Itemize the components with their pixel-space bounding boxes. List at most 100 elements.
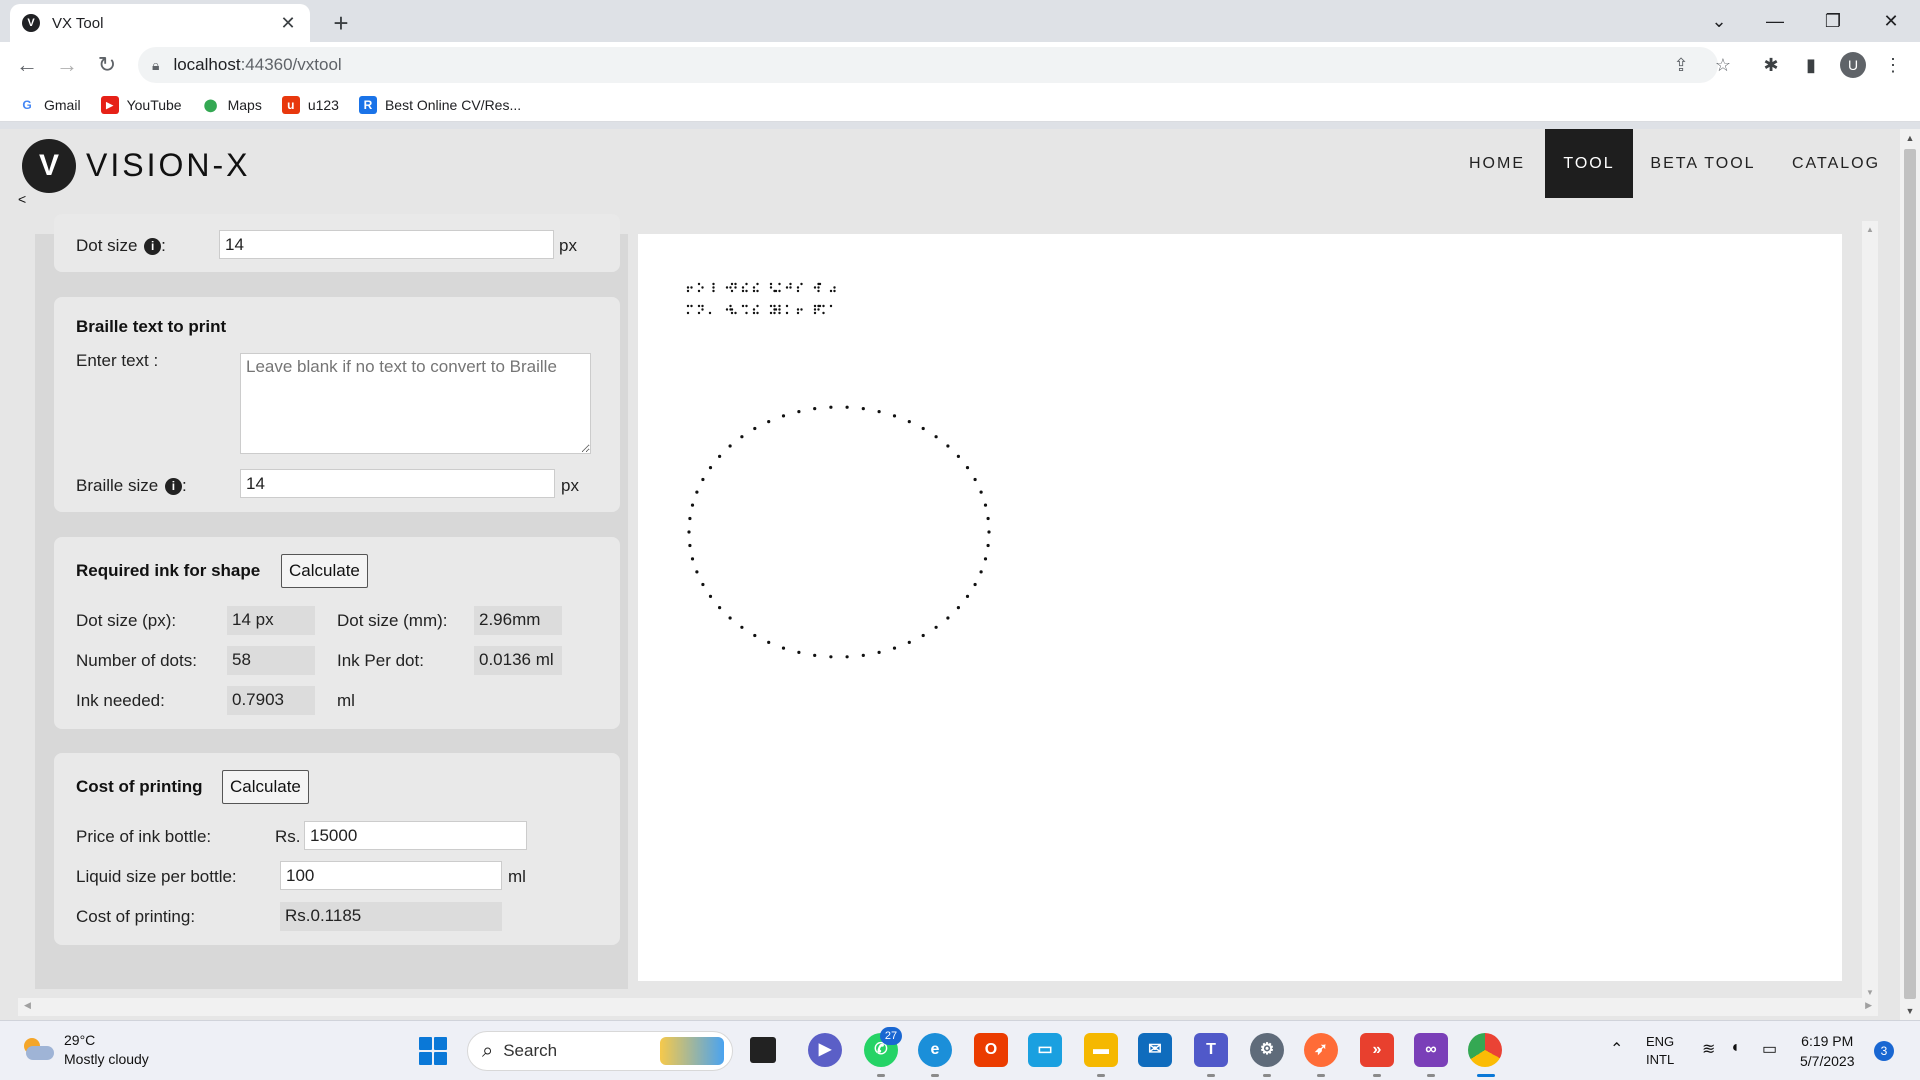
- reload-icon[interactable]: ↻: [92, 50, 122, 80]
- bookmark-cv[interactable]: R Best Online CV/Res...: [358, 95, 521, 114]
- shape-dot: [740, 435, 744, 439]
- tab-search-icon[interactable]: ⌄: [1696, 6, 1742, 36]
- weather-widget[interactable]: 29°C Mostly cloudy: [22, 1031, 149, 1069]
- remote-desktop-icon[interactable]: ▭: [1028, 1033, 1062, 1067]
- bookmark-youtube[interactable]: ▶ YouTube: [100, 95, 182, 114]
- nav-beta-tool[interactable]: BETA TOOL: [1638, 129, 1768, 198]
- volume-icon[interactable]: ◖: [1730, 1039, 1740, 1057]
- shape-dot: [987, 530, 991, 534]
- browser-tab[interactable]: V VX Tool ✕: [10, 4, 310, 42]
- dot-canvas[interactable]: [638, 234, 1842, 981]
- teams-chat-icon[interactable]: ▶: [808, 1033, 842, 1067]
- liquid-size-input[interactable]: [280, 861, 502, 890]
- chrome-icon[interactable]: [1468, 1033, 1502, 1067]
- show-hidden-icons-icon[interactable]: ⌃: [1610, 1039, 1623, 1059]
- file-explorer-icon[interactable]: ▬: [1084, 1033, 1118, 1067]
- teams-icon[interactable]: T: [1194, 1033, 1228, 1067]
- shape-dot: [701, 477, 705, 482]
- new-tab-icon[interactable]: +: [326, 8, 356, 38]
- scroll-right-icon[interactable]: ▶: [1865, 1000, 1872, 1011]
- window-close-icon[interactable]: ✕: [1868, 6, 1914, 36]
- bookmark-maps[interactable]: ⬤ Maps: [202, 96, 262, 114]
- canvas-vertical-scrollbar[interactable]: ▲ ▼: [1862, 221, 1878, 1001]
- info-icon[interactable]: i: [144, 238, 162, 255]
- scroll-left-icon[interactable]: ◀: [24, 1000, 31, 1011]
- nav-catalog[interactable]: CATALOG: [1778, 129, 1894, 198]
- postman-icon[interactable]: ➶: [1304, 1033, 1338, 1067]
- braille-dot: [745, 289, 748, 293]
- vision-x-logo-icon[interactable]: V: [22, 139, 76, 193]
- lock-icon: 🔒︎: [152, 56, 160, 73]
- settings-gear-icon[interactable]: ⚙: [1250, 1033, 1284, 1067]
- google-icon: G: [22, 97, 32, 112]
- mail-icon[interactable]: ✉: [1138, 1033, 1172, 1067]
- braille-dot: [686, 289, 690, 293]
- brand-name[interactable]: VISION-X: [86, 147, 250, 184]
- anydesk-icon[interactable]: »: [1360, 1033, 1394, 1067]
- task-view-icon[interactable]: [750, 1037, 776, 1063]
- profile-avatar[interactable]: U: [1840, 52, 1866, 78]
- forward-arrow-icon[interactable]: →: [52, 50, 82, 80]
- language-indicator[interactable]: ENG INTL: [1646, 1033, 1674, 1069]
- wifi-icon[interactable]: ≋: [1702, 1039, 1715, 1059]
- taskbar-search[interactable]: ⌕ Search: [467, 1031, 733, 1071]
- scroll-up-icon[interactable]: ▲: [1900, 133, 1920, 143]
- ink-heading: Required ink for shape: [76, 561, 261, 580]
- shape-dot: [740, 625, 744, 629]
- restore-icon[interactable]: ❐: [1810, 6, 1856, 36]
- visual-studio-icon[interactable]: ∞: [1414, 1033, 1448, 1067]
- menu-kebab-icon[interactable]: ⋮: [1878, 50, 1908, 80]
- scroll-up-icon[interactable]: ▲: [1862, 225, 1878, 234]
- braille-dot: [725, 308, 729, 311]
- bookmark-label: Maps: [227, 96, 262, 113]
- braille-size-input[interactable]: [240, 469, 555, 498]
- edge-icon[interactable]: e: [918, 1033, 952, 1067]
- bookmark-star-icon[interactable]: ☆: [1708, 47, 1738, 83]
- ink-needed-unit: ml: [337, 691, 355, 710]
- side-panel-icon[interactable]: ▮: [1796, 50, 1826, 80]
- clock[interactable]: 6:19 PM 5/7/2023: [1800, 1031, 1855, 1071]
- shape-dot: [845, 655, 849, 659]
- nav-home[interactable]: HOME: [1452, 129, 1542, 198]
- resume-icon: R: [358, 95, 377, 114]
- shape-dot: [986, 516, 990, 521]
- notification-badge[interactable]: 3: [1874, 1041, 1894, 1061]
- bookmark-gmail[interactable]: G Gmail: [18, 96, 80, 114]
- scrollbar-thumb[interactable]: [1904, 149, 1916, 999]
- running-indicator: [1207, 1074, 1215, 1077]
- scroll-down-icon[interactable]: ▼: [1900, 1006, 1920, 1016]
- tab-close-icon[interactable]: ✕: [278, 13, 298, 34]
- braille-text-input[interactable]: [240, 353, 591, 454]
- share-icon[interactable]: ⇪: [1666, 47, 1696, 83]
- time: 6:19 PM: [1801, 1033, 1854, 1049]
- scroll-down-icon[interactable]: ▼: [1862, 988, 1878, 997]
- nav-tool[interactable]: TOOL: [1545, 129, 1633, 198]
- braille-dot: [818, 304, 822, 308]
- page-vertical-scrollbar[interactable]: ▲ ▼: [1900, 129, 1920, 1020]
- collapse-panel-icon[interactable]: <: [18, 191, 26, 207]
- num-dots-value: 58: [227, 646, 315, 675]
- braille-dot: [697, 311, 701, 315]
- bookmark-u123[interactable]: u u123: [281, 95, 339, 114]
- ink-calculate-button[interactable]: Calculate: [281, 554, 368, 588]
- running-indicator: [1427, 1074, 1435, 1077]
- dot-size-mm-value: 2.96mm: [474, 606, 562, 635]
- cost-calculate-button[interactable]: Calculate: [222, 770, 309, 804]
- minimize-icon[interactable]: —: [1752, 6, 1798, 36]
- dot-settings-card: Dot size i: px: [54, 214, 620, 272]
- battery-icon[interactable]: ▭: [1762, 1039, 1777, 1059]
- info-icon[interactable]: i: [164, 478, 182, 495]
- shape-dot: [829, 405, 833, 409]
- shape-dot: [965, 594, 970, 598]
- price-input[interactable]: [304, 821, 527, 850]
- braille-dot: [774, 308, 778, 311]
- address-bar[interactable]: 🔒︎ localhost:44360/vxtool: [138, 47, 1718, 83]
- horizontal-scrollbar[interactable]: ◀ ▶: [18, 998, 1878, 1016]
- shape-dot: [877, 410, 881, 414]
- dot-size-input[interactable]: [219, 230, 554, 259]
- windows-start-icon[interactable]: [419, 1037, 447, 1065]
- back-arrow-icon[interactable]: ←: [12, 50, 42, 80]
- shape-dot: [695, 570, 699, 574]
- extensions-icon[interactable]: ✱: [1756, 50, 1786, 80]
- office-icon[interactable]: O: [974, 1033, 1008, 1067]
